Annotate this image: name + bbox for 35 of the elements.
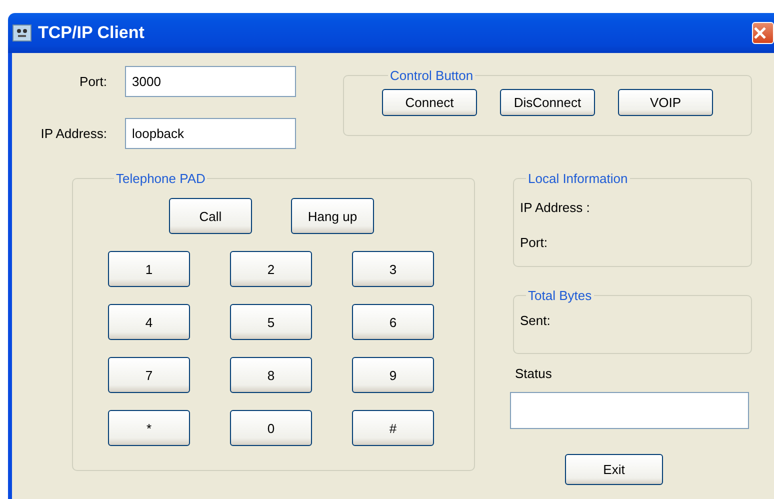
button[interactable]: # [352, 410, 434, 446]
button[interactable]: * [108, 410, 190, 446]
info-label: Sent: [520, 313, 550, 328]
button[interactable]: 5 [230, 304, 312, 340]
button[interactable]: Exit [565, 454, 663, 485]
status-label: Status [515, 366, 553, 381]
info-label: IP Address : [520, 200, 591, 215]
input-field[interactable]: 3000 [125, 66, 296, 97]
button[interactable]: 9 [352, 357, 434, 393]
close-icon [753, 26, 767, 40]
group-title: Total Bytes [528, 288, 592, 303]
group-title: Telephone PAD [116, 171, 206, 186]
window-title: TCP/IP Client [38, 23, 144, 43]
button[interactable]: VOIP [618, 89, 713, 116]
button[interactable]: 0 [230, 410, 312, 446]
button[interactable]: 8 [230, 357, 312, 393]
button[interactable]: DisConnect [500, 89, 595, 116]
button[interactable]: 6 [352, 304, 434, 340]
app-icon [12, 24, 32, 42]
button[interactable]: Hang up [291, 198, 374, 234]
status-field[interactable] [510, 392, 749, 429]
group-title: Local Information [528, 171, 628, 186]
button[interactable]: 7 [108, 357, 190, 393]
button[interactable]: 3 [352, 251, 434, 287]
button[interactable]: 2 [230, 251, 312, 287]
field-label: IP Address: [40, 126, 107, 141]
group-title: Control Button [390, 68, 474, 83]
button[interactable]: Call [169, 198, 252, 234]
button[interactable]: Connect [382, 89, 477, 116]
info-label: Port: [520, 235, 548, 250]
button[interactable]: 4 [108, 304, 190, 340]
input-field[interactable]: loopback [125, 118, 296, 149]
field-label: Port: [78, 74, 107, 89]
close-button[interactable] [752, 22, 774, 44]
button[interactable]: 1 [108, 251, 190, 287]
